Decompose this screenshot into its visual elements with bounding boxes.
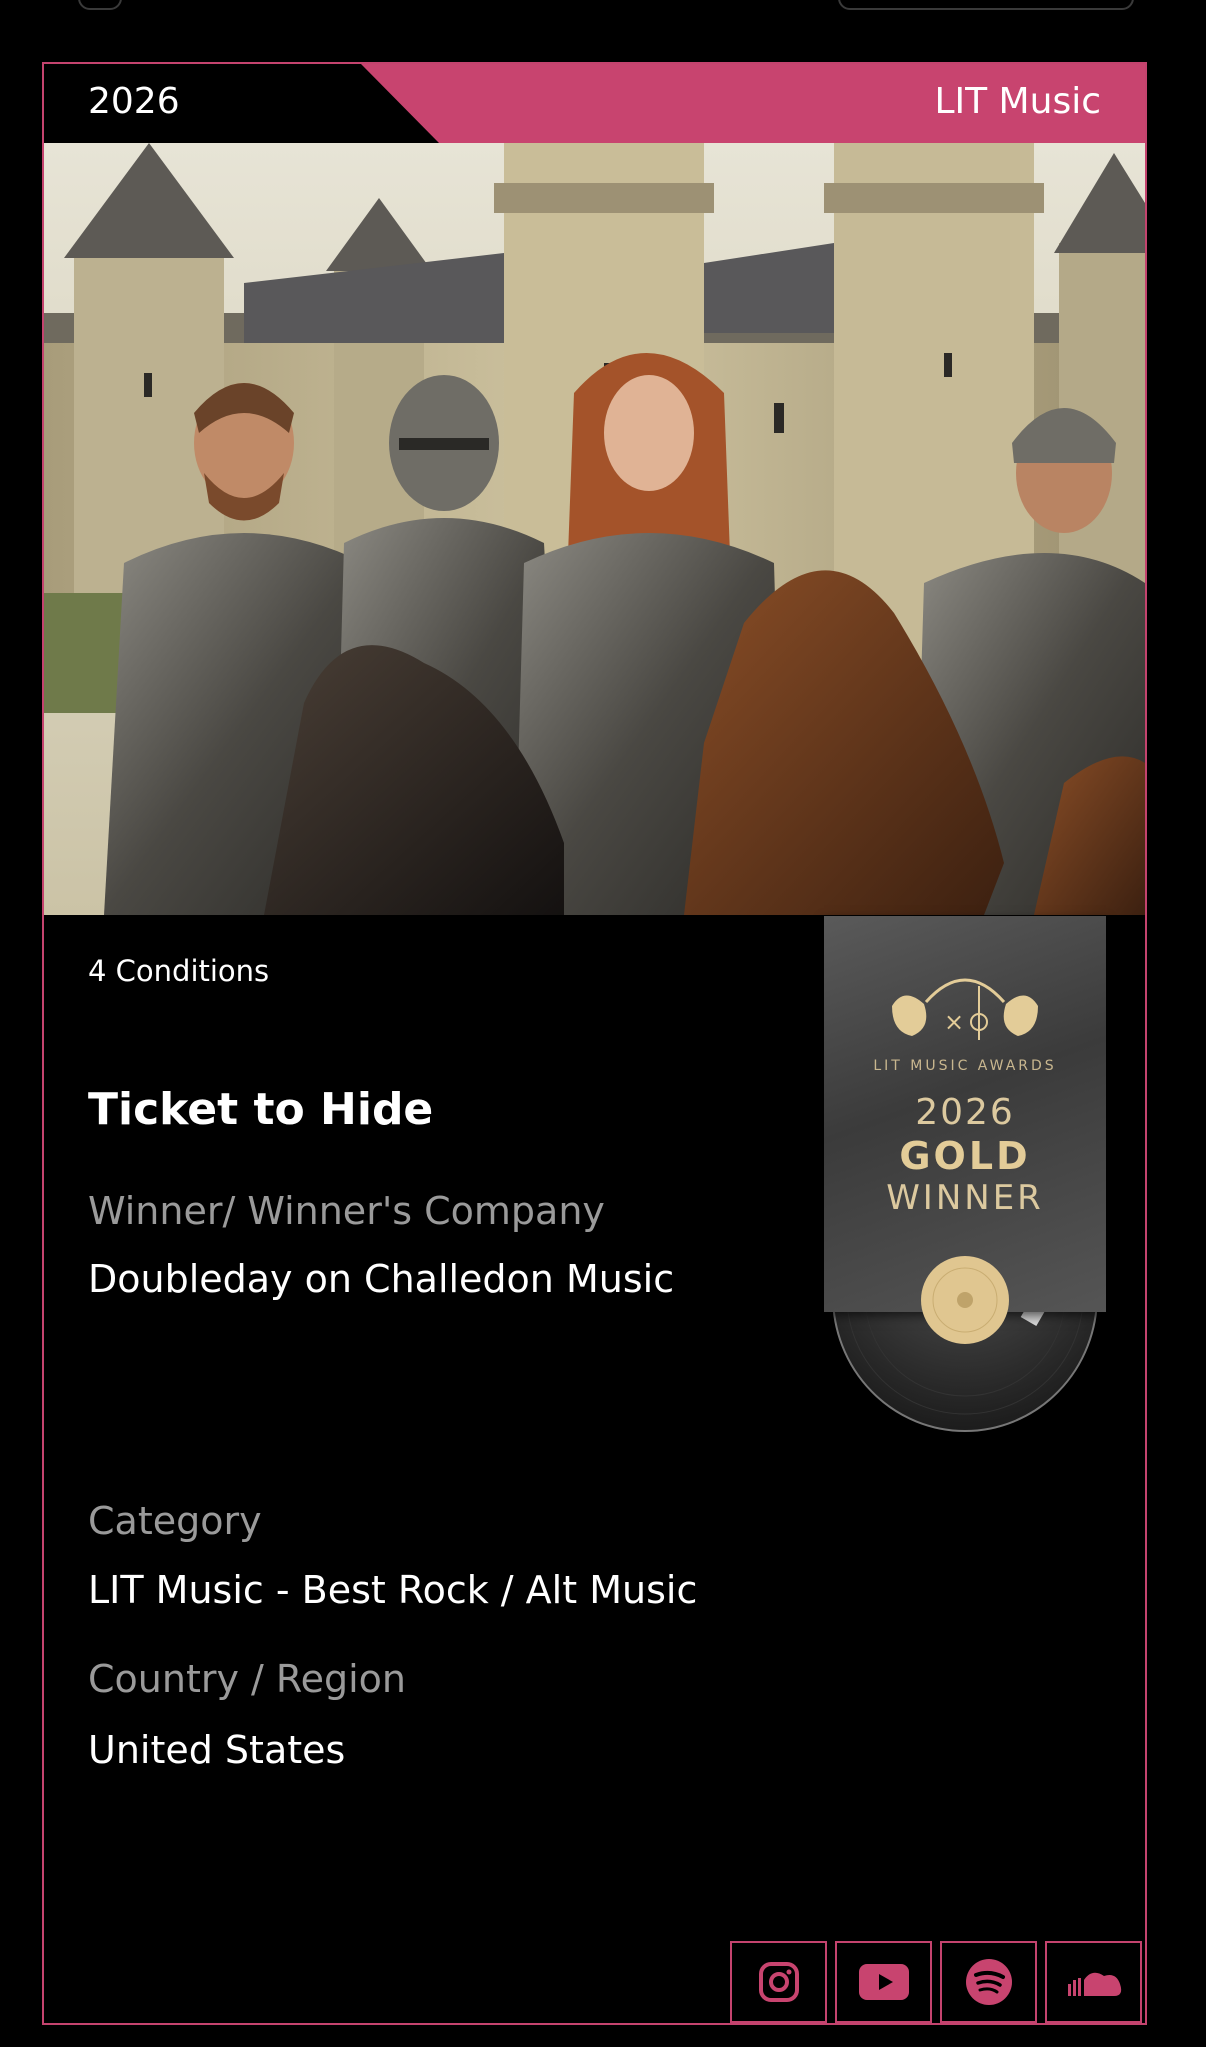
- hero-image: [44, 143, 1145, 915]
- headphones-logo-icon: ×: [892, 978, 1038, 1040]
- category-label: Category: [88, 1499, 262, 1543]
- category-value: LIT Music - Best Rock / Alt Music: [88, 1568, 698, 1612]
- top-control-right: [838, 0, 1134, 10]
- knights-castle-artwork: [44, 143, 1145, 915]
- winner-card: 2026 LIT Music 4 Conditions Ticket to Hi…: [42, 62, 1147, 2025]
- soundcloud-icon: [1067, 1972, 1121, 1996]
- spotify-button[interactable]: [940, 1941, 1037, 2023]
- award-year: 2026: [88, 81, 180, 122]
- entry-title: Ticket to Hide: [88, 1084, 434, 1135]
- winner-value: Doubleday on Challedon Music: [88, 1257, 675, 1301]
- country-value: United States: [88, 1728, 346, 1772]
- instagram-icon: [758, 1962, 799, 2002]
- badge-org: LIT MUSIC AWARDS: [873, 1058, 1057, 1074]
- top-control-left: [78, 0, 122, 10]
- soundcloud-button[interactable]: [1045, 1941, 1142, 2023]
- badge-status: WINNER: [886, 1178, 1044, 1218]
- winner-label: Winner/ Winner's Company: [88, 1189, 605, 1233]
- card-header: 2026 LIT Music: [44, 64, 1145, 143]
- award-brand: LIT Music: [934, 81, 1101, 122]
- gold-winner-badge: × LIT MUSIC AWARDS 2026 GOLD WINNER: [824, 916, 1106, 1496]
- gold-disc-icon: [921, 1256, 1009, 1344]
- svg-text:×: ×: [944, 1008, 964, 1036]
- entry-conditions: 4 Conditions: [88, 954, 270, 988]
- badge-level: GOLD: [899, 1134, 1031, 1178]
- youtube-button[interactable]: [835, 1941, 932, 2023]
- badge-year: 2026: [915, 1092, 1015, 1133]
- social-links: [730, 1941, 1142, 2023]
- country-label: Country / Region: [88, 1657, 407, 1701]
- spotify-icon: [965, 1959, 1012, 2005]
- badge-card: × LIT MUSIC AWARDS 2026 GOLD WINNER: [824, 916, 1106, 1344]
- youtube-icon: [858, 1964, 909, 2000]
- instagram-button[interactable]: [730, 1941, 827, 2023]
